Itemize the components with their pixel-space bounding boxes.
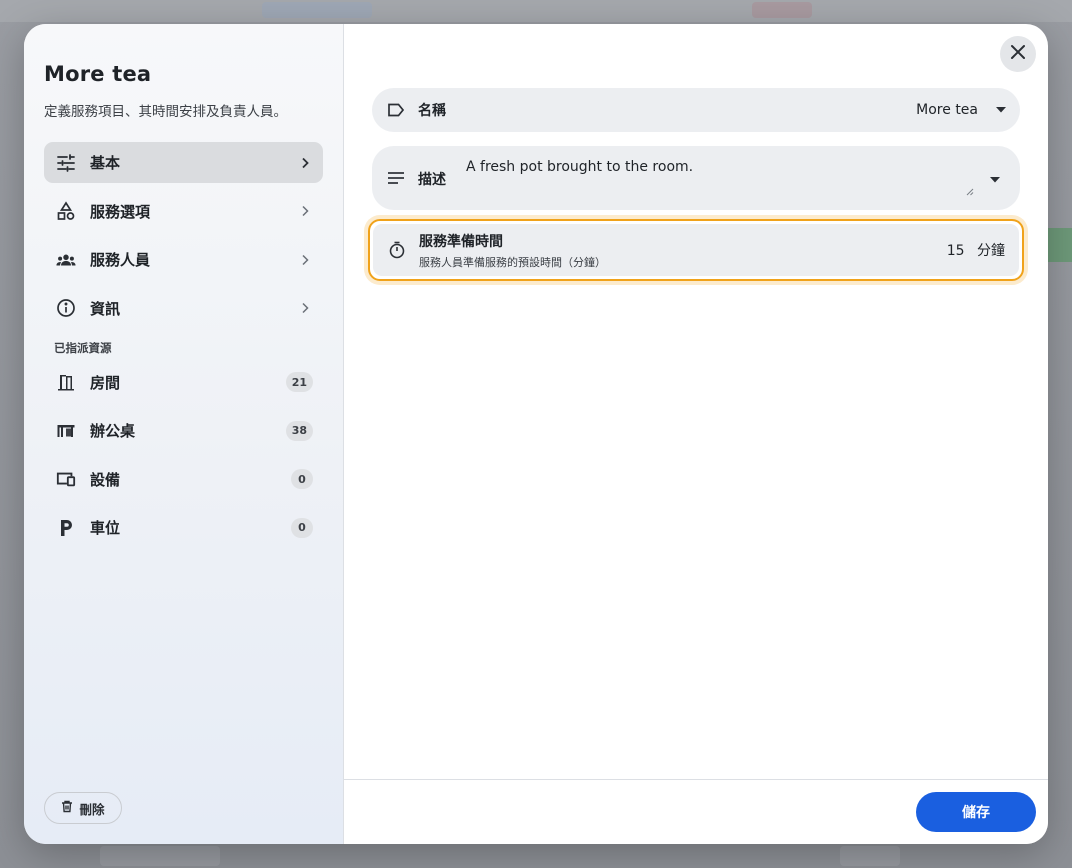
chevron-right-icon	[299, 302, 311, 314]
prep-time-label: 服務準備時間	[419, 233, 503, 250]
delete-button[interactable]: 刪除	[44, 792, 122, 824]
count-badge: 0	[291, 517, 313, 538]
sidebar-item-service-options[interactable]: 服務選項	[44, 191, 323, 232]
resource-label: 房間	[90, 373, 121, 392]
sidebar-item-label: 基本	[90, 154, 121, 172]
prep-time-sublabel: 服務人員準備服務的預設時間（分鐘）	[419, 255, 606, 269]
info-icon	[56, 298, 76, 318]
dialog-footer: 儲存	[344, 779, 1048, 844]
notes-icon	[386, 168, 406, 188]
save-button[interactable]: 儲存	[916, 792, 1036, 832]
name-label: 名稱	[418, 103, 446, 119]
sidebar-item-info[interactable]: 資訊	[44, 288, 323, 329]
chevron-right-icon	[299, 254, 311, 266]
sidebar-item-basic[interactable]: 基本	[44, 142, 323, 183]
dialog-title: More tea	[44, 62, 152, 86]
dialog-subtitle: 定義服務項目、其時間安排及負責人員。	[44, 104, 287, 120]
prep-time-field[interactable]: 服務準備時間 服務人員準備服務的預設時間（分鐘） 15 分鐘	[373, 224, 1019, 276]
count-badge: 21	[285, 372, 313, 392]
sidebar-nav: 基本 服務選項 服務人員 資訊	[44, 142, 323, 329]
prep-time-text: 服務準備時間 服務人員準備服務的預設時間（分鐘）	[419, 231, 606, 270]
sidebar-item-label: 服務選項	[90, 202, 151, 221]
resource-item-desks[interactable]: 辦公桌 38	[44, 410, 323, 451]
sidebar-item-label: 資訊	[90, 299, 121, 318]
sidebar-item-label: 服務人員	[90, 251, 151, 269]
resource-item-equipment[interactable]: 設備 0	[44, 459, 323, 500]
count-badge: 38	[285, 420, 313, 441]
chevron-right-icon	[299, 157, 311, 169]
tune-icon	[56, 153, 76, 173]
sidebar-item-staff[interactable]: 服務人員	[44, 239, 323, 280]
resize-grip-icon[interactable]	[966, 181, 974, 200]
caret-down-icon	[990, 175, 1000, 185]
form-fields: 名稱 More tea 描述 A fresh pot brought to th…	[368, 88, 1024, 281]
shapes-icon	[56, 201, 76, 221]
caret-down-icon	[996, 105, 1006, 115]
parking-icon	[56, 518, 76, 538]
name-value: More tea	[916, 102, 978, 118]
prep-time-highlight: 服務準備時間 服務人員準備服務的預設時間（分鐘） 15 分鐘	[368, 219, 1024, 281]
prep-time-value[interactable]: 15 分鐘	[947, 240, 1005, 260]
desk-icon	[56, 421, 76, 441]
name-field[interactable]: 名稱 More tea	[372, 88, 1020, 132]
count-badge: 0	[291, 469, 313, 489]
devices-icon	[56, 469, 76, 489]
resource-item-parking[interactable]: 車位 0	[44, 507, 323, 548]
resource-label: 車位	[90, 519, 121, 537]
resource-label: 辦公桌	[90, 422, 136, 440]
resource-label: 設備	[90, 470, 121, 489]
close-button[interactable]	[1000, 36, 1036, 72]
prep-time-number: 15	[946, 243, 965, 259]
description-field[interactable]: 描述 A fresh pot brought to the room.	[372, 146, 1020, 210]
sidebar: More tea 定義服務項目、其時間安排及負責人員。 基本 服務選項 服務人員…	[24, 24, 344, 844]
delete-label: 刪除	[79, 801, 105, 817]
assigned-resources-heading: 已指派資源	[54, 340, 112, 355]
close-icon	[1010, 44, 1026, 64]
door-icon	[56, 372, 76, 392]
main-panel: 名稱 More tea 描述 A fresh pot brought to th…	[344, 24, 1048, 844]
label-icon	[386, 100, 406, 120]
group-icon	[56, 250, 76, 270]
prep-time-unit: 分鐘	[977, 243, 1005, 259]
service-dialog: More tea 定義服務項目、其時間安排及負責人員。 基本 服務選項 服務人員…	[24, 24, 1048, 844]
timer-icon	[387, 240, 407, 260]
trash-icon	[61, 800, 73, 816]
description-value[interactable]: A fresh pot brought to the room.	[466, 159, 693, 175]
description-label: 描述	[418, 172, 446, 188]
chevron-right-icon	[299, 205, 311, 217]
resource-item-rooms[interactable]: 房間 21	[44, 362, 323, 403]
